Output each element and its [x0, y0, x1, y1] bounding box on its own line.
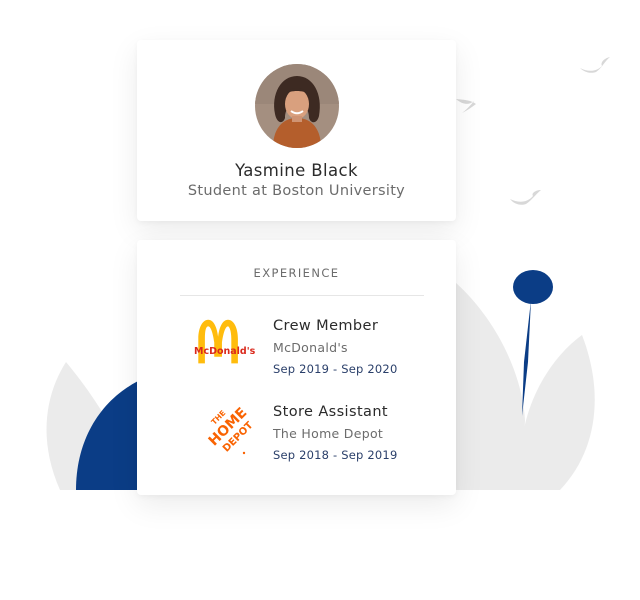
home-depot-logo-icon: THE HOME DEPOT	[206, 405, 256, 455]
profile-card: Yasmine Black Student at Boston Universi…	[137, 40, 456, 221]
experience-heading: EXPERIENCE	[253, 266, 340, 280]
bird-icon	[510, 190, 541, 205]
bird-icon	[580, 57, 610, 73]
avatar-photo	[255, 64, 339, 148]
profile-subtitle: Student at Boston University	[187, 183, 406, 199]
decor-leaf-right-back	[455, 282, 525, 490]
bird-icon	[456, 99, 476, 113]
mcdonalds-logo-icon: McDonald's	[194, 319, 256, 364]
profile-name: Yasmine Black	[235, 161, 358, 180]
job-company: The Home Depot	[273, 426, 384, 441]
decor-leaf-right-front	[520, 335, 595, 490]
experience-card: EXPERIENCE McDonald's Crew Member McDona…	[137, 240, 456, 495]
decor-pin-stem	[522, 300, 531, 416]
job-dates: Sep 2018 - Sep 2019	[273, 448, 398, 462]
job-title: Store Assistant	[273, 404, 388, 420]
decor-pin-head	[513, 270, 553, 304]
job-company: McDonald's	[273, 340, 348, 355]
job-dates: Sep 2019 - Sep 2020	[273, 362, 398, 376]
avatar[interactable]	[255, 64, 339, 148]
mcdonalds-wordmark: McDonald's	[194, 346, 256, 357]
divider	[180, 295, 424, 296]
page: Yasmine Black Student at Boston Universi…	[0, 0, 640, 600]
job-title: Crew Member	[273, 318, 379, 334]
